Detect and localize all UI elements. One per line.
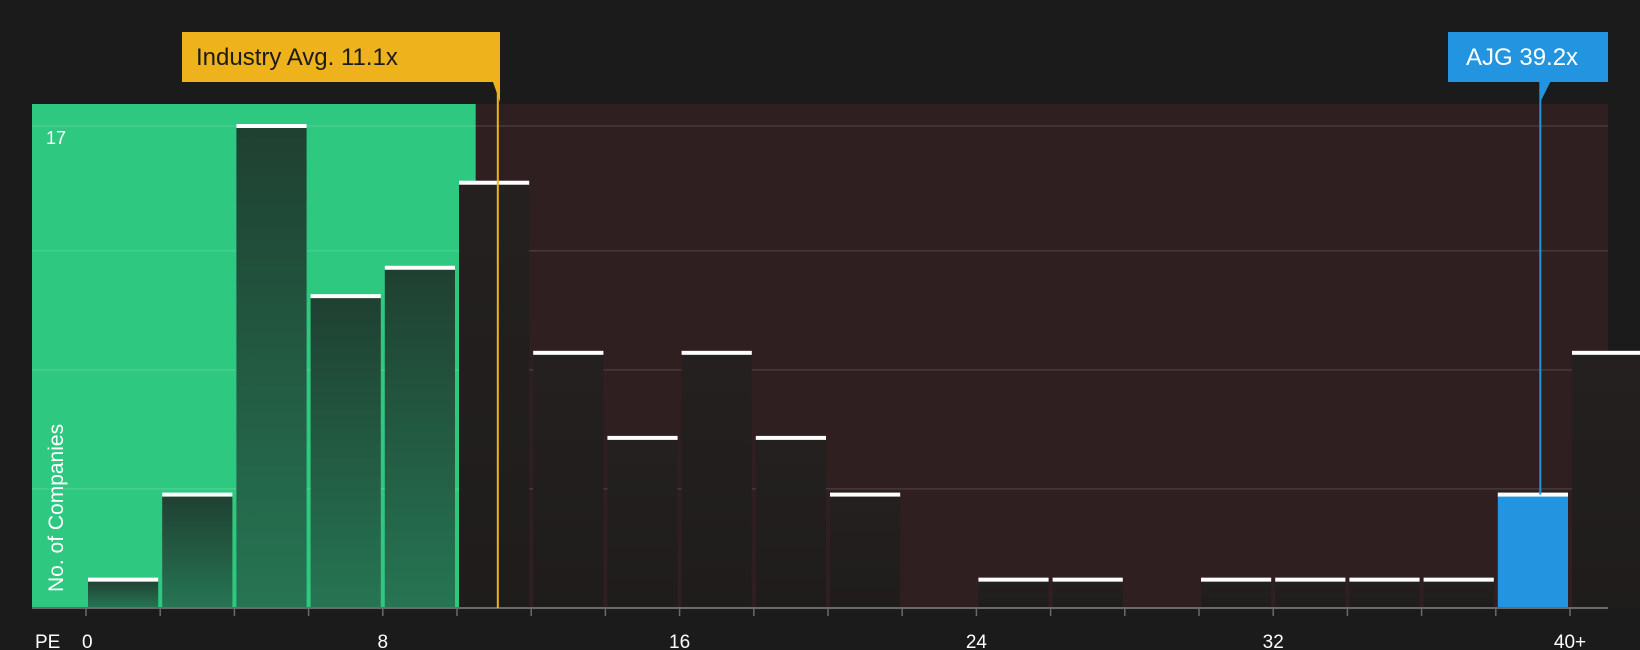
- bar: [310, 296, 381, 608]
- bar: [1052, 579, 1123, 608]
- bar-cap: [236, 124, 307, 129]
- pe-distribution-chart: 0 8 16 24 32 40+ 17 No. of Companies PE Indus…: [0, 0, 1640, 650]
- bar-cap: [607, 435, 678, 440]
- y-axis-label: No. of Companies: [45, 424, 68, 592]
- bar-cap: [459, 180, 530, 185]
- bar-cap: [1423, 577, 1494, 582]
- x-tick-label: 0: [82, 632, 93, 650]
- bar-cap: [384, 265, 455, 270]
- bar-cap: [978, 577, 1049, 582]
- bar-cap: [1572, 350, 1640, 355]
- bar: [978, 579, 1049, 608]
- x-tick-label: 8: [378, 632, 389, 650]
- bar-cap: [1349, 577, 1420, 582]
- industry-average-label: Industry Avg. 11.1x: [196, 44, 398, 71]
- x-tick-label: 40+: [1554, 632, 1586, 650]
- bar-cap: [755, 435, 826, 440]
- bar: [681, 352, 752, 608]
- bar-cap: [830, 492, 901, 497]
- bar-cap: [88, 577, 159, 582]
- bar-cap: [681, 350, 752, 355]
- y-tick-label: 17: [46, 128, 66, 148]
- bar-cap: [1275, 577, 1346, 582]
- bar-cap: [1052, 577, 1123, 582]
- company-pe-label: AJG 39.2x: [1466, 44, 1578, 71]
- bar: [384, 267, 455, 608]
- bar-cap: [162, 492, 233, 497]
- bar: [830, 494, 901, 608]
- bar: [1423, 579, 1494, 608]
- bar: [459, 182, 530, 608]
- bar: [1201, 579, 1272, 608]
- x-axis-label: PE: [35, 632, 60, 650]
- x-tick-label: 32: [1263, 632, 1284, 650]
- bar: [607, 437, 678, 608]
- bar: [162, 494, 233, 608]
- bar: [1572, 352, 1640, 608]
- x-tick-label: 24: [966, 632, 988, 650]
- bar: [88, 579, 159, 608]
- bar: [1497, 494, 1568, 608]
- bar: [236, 126, 307, 609]
- bar-cap: [533, 350, 604, 355]
- bar-cap: [310, 294, 381, 299]
- x-tick-label: 16: [669, 632, 690, 650]
- bar: [1275, 579, 1346, 608]
- bar-cap: [1201, 577, 1272, 582]
- bar: [755, 437, 826, 608]
- bar: [533, 352, 604, 608]
- bar: [1349, 579, 1420, 608]
- bar-cap: [1497, 492, 1568, 497]
